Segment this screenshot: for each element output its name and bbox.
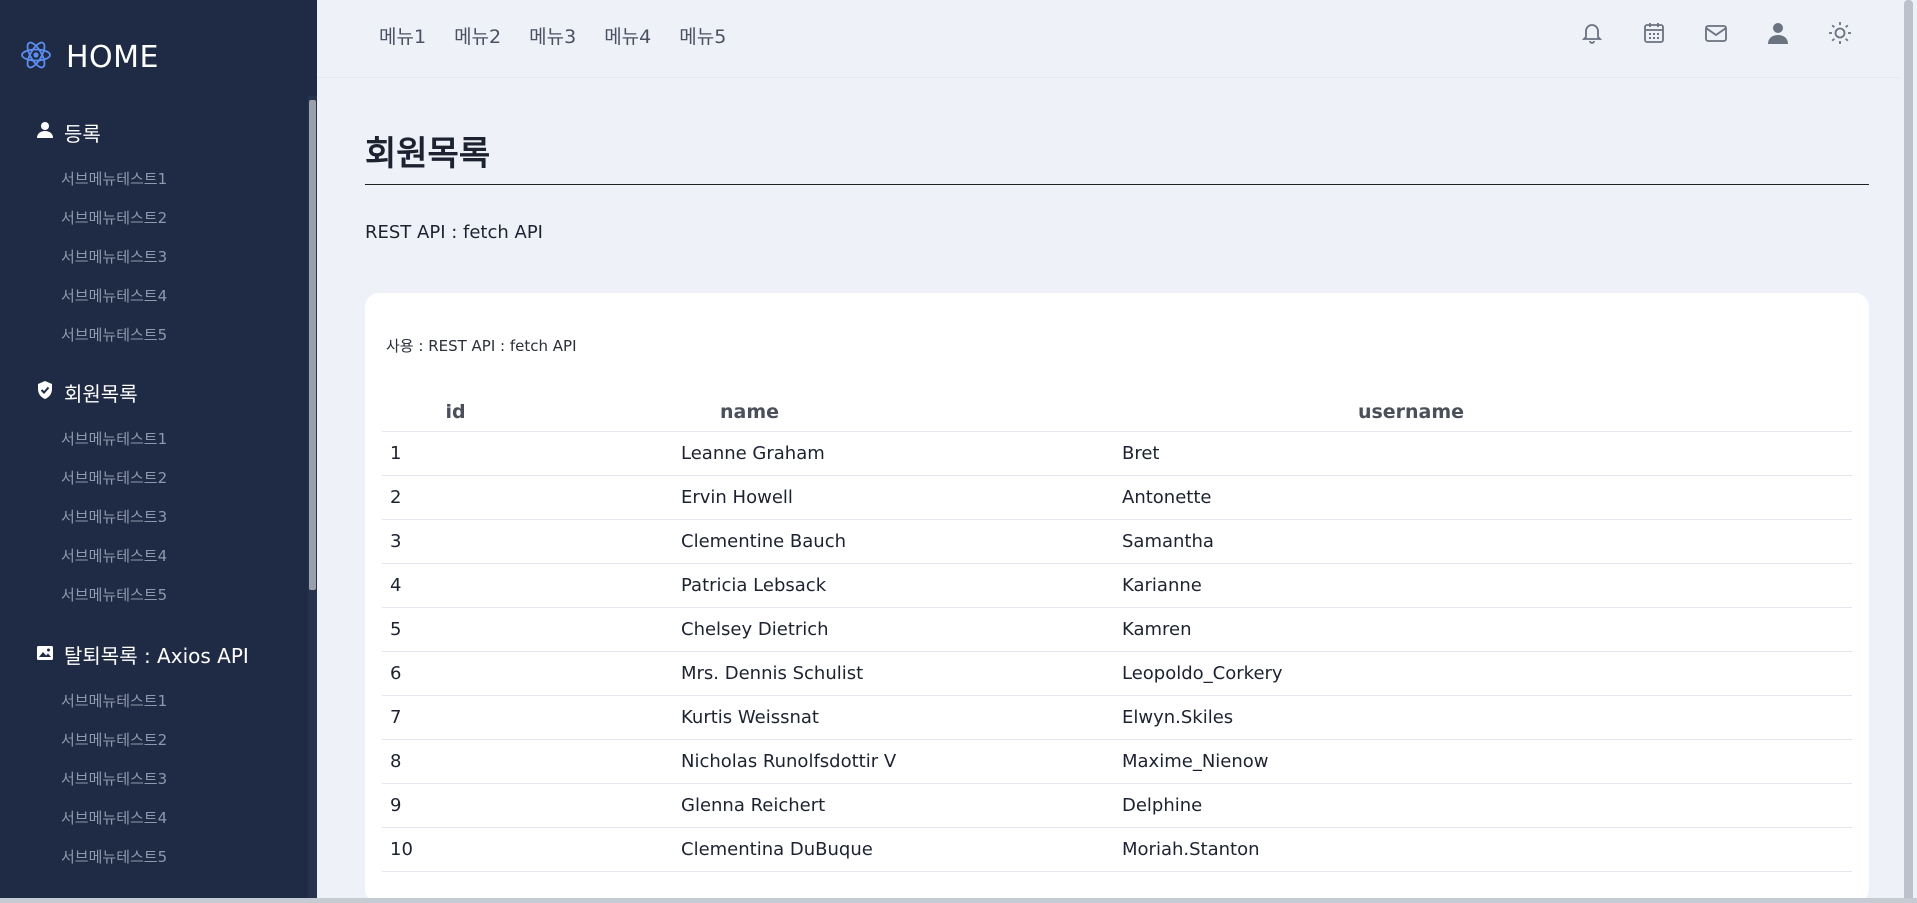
sidebar-subitem[interactable]: 서브메뉴테스트1 — [61, 682, 249, 721]
column-header-name[interactable]: name — [529, 393, 970, 432]
cell-id: 10 — [382, 827, 529, 872]
table-row[interactable]: 5 Chelsey Dietrich Kamren — [382, 607, 1852, 652]
calendar-icon[interactable] — [1641, 20, 1667, 46]
members-table: id name username 1 Leanne Graham Bret 2 … — [382, 393, 1852, 872]
sidebar-subitem[interactable]: 서브메뉴테스트1 — [61, 420, 167, 459]
table-row[interactable]: 1 Leanne Graham Bret — [382, 431, 1852, 476]
table-header-row: id name username — [382, 393, 1852, 432]
brand[interactable]: HOME — [20, 36, 159, 78]
sidebar-group-title[interactable]: 탈퇴목록 : Axios API — [36, 638, 249, 670]
cell-name: Ervin Howell — [529, 475, 970, 520]
cell-name: Clementine Bauch — [529, 519, 970, 564]
sidebar-subitem[interactable]: 서브메뉴테스트2 — [61, 721, 249, 760]
column-header-username[interactable]: username — [970, 393, 1852, 432]
sun-icon[interactable] — [1827, 20, 1853, 46]
cell-name: Mrs. Dennis Schulist — [529, 651, 970, 696]
sidebar-group-label: 탈퇴목록 : Axios API — [64, 643, 249, 668]
cell-id: 1 — [382, 431, 529, 476]
app-root: HOME 등록 서브메뉴테스트1 서브메뉴테스트2 서브메뉴테스트3 서브메뉴테… — [0, 0, 1917, 903]
bell-icon[interactable] — [1579, 20, 1605, 46]
window-scrollbar-thumb[interactable] — [1904, 0, 1913, 903]
sidebar-scrollbar-thumb[interactable] — [309, 100, 316, 590]
sidebar-subitem[interactable]: 서브메뉴테스트3 — [61, 238, 167, 277]
sidebar-subitem[interactable]: 서브메뉴테스트4 — [61, 537, 167, 576]
cell-username: Karianne — [970, 563, 1852, 608]
sidebar-group-title[interactable]: 회원목록 — [36, 376, 167, 408]
sidebar-subitem[interactable]: 서브메뉴테스트5 — [61, 838, 249, 877]
cell-username: Moriah.Stanton — [970, 827, 1852, 872]
cell-id: 3 — [382, 519, 529, 564]
cell-username: Delphine — [970, 783, 1852, 828]
sidebar-group-label: 회원목록 — [64, 381, 138, 406]
sidebar-subitem[interactable]: 서브메뉴테스트2 — [61, 199, 167, 238]
cell-username: Antonette — [970, 475, 1852, 520]
table-row[interactable]: 7 Kurtis Weissnat Elwyn.Skiles — [382, 695, 1852, 740]
cell-username: Bret — [970, 431, 1852, 476]
top-icon-bar — [1579, 20, 1853, 46]
cell-username: Samantha — [970, 519, 1852, 564]
members-card: 사용 : REST API : fetch API id name userna… — [365, 293, 1869, 903]
cell-id: 6 — [382, 651, 529, 696]
sidebar-group-withdrawn: 탈퇴목록 : Axios API 서브메뉴테스트1 서브메뉴테스트2 서브메뉴테… — [36, 638, 249, 877]
mail-icon[interactable] — [1703, 20, 1729, 46]
sidebar-subitem[interactable]: 서브메뉴테스트5 — [61, 576, 167, 615]
table-row[interactable]: 10 Clementina DuBuque Moriah.Stanton — [382, 827, 1852, 872]
cell-name: Clementina DuBuque — [529, 827, 970, 872]
cell-username: Maxime_Nienow — [970, 739, 1852, 784]
title-divider — [365, 184, 1869, 185]
sidebar-subitem[interactable]: 서브메뉴테스트3 — [61, 760, 249, 799]
table-row[interactable]: 9 Glenna Reichert Delphine — [382, 783, 1852, 828]
cell-id: 4 — [382, 563, 529, 608]
cell-name: Kurtis Weissnat — [529, 695, 970, 740]
column-header-id[interactable]: id — [382, 393, 529, 432]
image-icon — [36, 642, 54, 666]
cell-id: 2 — [382, 475, 529, 520]
sidebar-subitem[interactable]: 서브메뉴테스트4 — [61, 277, 167, 316]
top-nav-item-2[interactable]: 메뉴2 — [454, 22, 501, 49]
table-row[interactable]: 8 Nicholas Runolfsdottir V Maxime_Nienow — [382, 739, 1852, 784]
cell-id: 9 — [382, 783, 529, 828]
user-icon[interactable] — [1765, 20, 1791, 46]
table-row[interactable]: 6 Mrs. Dennis Schulist Leopoldo_Corkery — [382, 651, 1852, 696]
sidebar-subitem[interactable]: 서브메뉴테스트5 — [61, 316, 167, 355]
shield-check-icon — [36, 380, 54, 405]
card-caption: 사용 : REST API : fetch API — [386, 337, 577, 355]
cell-username: Kamren — [970, 607, 1852, 652]
cell-username: Elwyn.Skiles — [970, 695, 1852, 740]
sidebar-subitem[interactable]: 서브메뉴테스트4 — [61, 799, 249, 838]
sidebar-group-label: 등록 — [64, 121, 101, 146]
page-subtitle: REST API : fetch API — [365, 222, 543, 243]
sidebar-group-title[interactable]: 등록 — [36, 116, 167, 148]
brand-title: HOME — [66, 39, 160, 75]
cell-name: Patricia Lebsack — [529, 563, 970, 608]
table-row[interactable]: 2 Ervin Howell Antonette — [382, 475, 1852, 520]
top-nav-item-1[interactable]: 메뉴1 — [379, 22, 426, 49]
cell-name: Leanne Graham — [529, 431, 970, 476]
cell-name: Glenna Reichert — [529, 783, 970, 828]
user-icon — [36, 120, 54, 144]
cell-name: Chelsey Dietrich — [529, 607, 970, 652]
react-atom-icon — [20, 39, 52, 75]
sidebar-group-register: 등록 서브메뉴테스트1 서브메뉴테스트2 서브메뉴테스트3 서브메뉴테스트4 서… — [36, 116, 167, 355]
top-nav: 메뉴1 메뉴2 메뉴3 메뉴4 메뉴5 — [379, 22, 726, 49]
sidebar-subitem[interactable]: 서브메뉴테스트2 — [61, 459, 167, 498]
cell-id: 8 — [382, 739, 529, 784]
cell-name: Nicholas Runolfsdottir V — [529, 739, 970, 784]
cell-id: 5 — [382, 607, 529, 652]
sidebar-subitem[interactable]: 서브메뉴테스트3 — [61, 498, 167, 537]
table-row[interactable]: 3 Clementine Bauch Samantha — [382, 519, 1852, 564]
table-row[interactable]: 4 Patricia Lebsack Karianne — [382, 563, 1852, 608]
top-bar: 메뉴1 메뉴2 메뉴3 메뉴4 메뉴5 — [317, 0, 1917, 78]
cell-id: 7 — [382, 695, 529, 740]
sidebar-subitem[interactable]: 서브메뉴테스트1 — [61, 160, 167, 199]
horizontal-scrollbar[interactable] — [0, 898, 1917, 903]
page-title: 회원목록 — [365, 134, 491, 174]
cell-username: Leopoldo_Corkery — [970, 651, 1852, 696]
top-nav-item-5[interactable]: 메뉴5 — [679, 22, 726, 49]
sidebar-group-members: 회원목록 서브메뉴테스트1 서브메뉴테스트2 서브메뉴테스트3 서브메뉴테스트4… — [36, 376, 167, 615]
top-nav-item-3[interactable]: 메뉴3 — [529, 22, 576, 49]
sidebar: HOME 등록 서브메뉴테스트1 서브메뉴테스트2 서브메뉴테스트3 서브메뉴테… — [0, 0, 317, 903]
top-nav-item-4[interactable]: 메뉴4 — [604, 22, 651, 49]
